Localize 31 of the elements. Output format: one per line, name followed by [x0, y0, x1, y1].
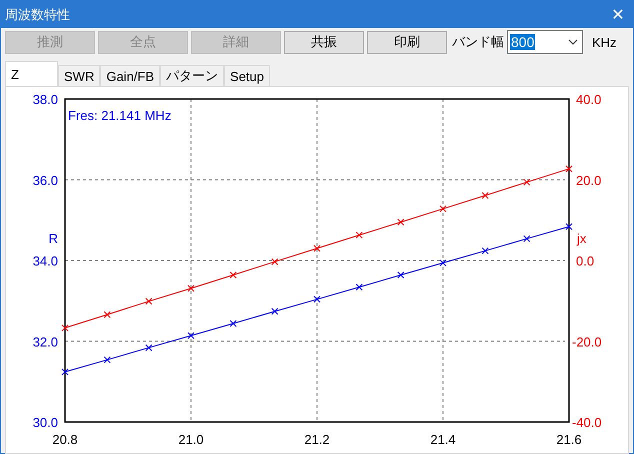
annotation-text: Fres: 21.141 MHz [68, 108, 172, 123]
x-axis-tick-label: 21.4 [430, 432, 456, 447]
x-axis-tick-label: 20.8 [52, 432, 78, 447]
bandwidth-label: バンド幅 [452, 33, 504, 51]
x-axis-tick-label: 21.2 [304, 432, 330, 447]
right-axis-tick-label: 0.0 [576, 254, 594, 268]
right-axis-label: jx [577, 231, 586, 246]
x-axis-tick-label: 21.6 [556, 432, 582, 447]
tab[interactable]: Gain/FB [100, 65, 160, 86]
tab[interactable]: Setup [224, 65, 270, 86]
left-axis-tick-label: 34.0 [32, 254, 58, 268]
tab[interactable]: SWR [58, 65, 100, 86]
left-axis-tick-label: 36.0 [32, 172, 58, 188]
left-axis-tick-label: 32.0 [32, 334, 58, 350]
right-axis-tick-label: -40.0 [572, 415, 602, 430]
x-axis-tick-label: 21.0 [178, 432, 204, 447]
toolbar-button[interactable]: 共振 [284, 30, 364, 54]
tab[interactable]: Z [5, 61, 58, 86]
right-axis-tick-label: -20.0 [572, 334, 602, 350]
bandwidth-dropdown[interactable]: 800 [507, 30, 583, 54]
left-axis-tick-label: 30.0 [32, 415, 58, 430]
unit-label: KHz [592, 34, 617, 50]
toolbar-button[interactable]: 印刷 [367, 30, 447, 54]
right-axis-tick-label: 40.0 [576, 92, 602, 107]
left-axis-tick-label: 38.0 [32, 92, 58, 107]
tab[interactable]: パターン [160, 65, 224, 86]
chevron-down-icon [568, 39, 578, 45]
close-button[interactable]: ✕ [603, 1, 633, 28]
left-axis-label: R [48, 231, 58, 246]
right-axis-tick-label: 20.0 [576, 172, 602, 188]
window-title: 周波数特性 [5, 6, 70, 24]
